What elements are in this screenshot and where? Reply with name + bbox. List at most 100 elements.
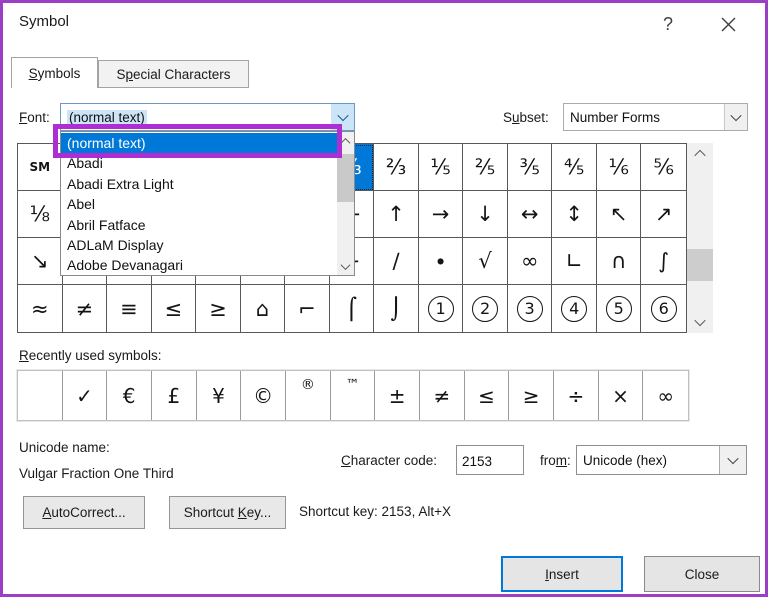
symbol-cell[interactable]: ↖ [597,191,642,238]
symbol-cell[interactable]: ∫ [641,238,686,285]
symbol-cell[interactable]: ∙ [419,238,464,285]
symbol-cell[interactable]: ⅚ [641,144,686,191]
recent-symbol-cell[interactable]: ≥ [509,371,554,420]
symbol-grid-scrollbar[interactable] [687,143,713,333]
symbol-cell[interactable]: ≡ [107,285,152,332]
subset-combobox-value: Number Forms [564,110,724,125]
tab-symbols-label: Symbols [29,66,81,81]
symbol-cell[interactable]: ∕ [374,238,419,285]
shortcut-key-button[interactable]: Shortcut Key... [169,496,286,529]
from-combobox[interactable]: Unicode (hex) [576,445,747,475]
symbol-cell[interactable]: → [419,191,464,238]
recent-symbol-cell[interactable]: × [599,371,644,420]
symbol-cell[interactable]: ∟ [552,238,597,285]
recent-symbol-cell[interactable]: ® [286,371,331,420]
recent-symbol-cell[interactable]: © [241,371,286,420]
close-window-button[interactable] [711,9,745,39]
recent-symbol-cell[interactable]: ∞ [643,371,688,420]
font-list-scrollbar[interactable] [337,132,354,275]
scroll-up-icon[interactable] [337,132,354,150]
symbol-cell[interactable]: ⅛ [18,191,63,238]
font-list-item[interactable]: Adobe Devanagari [61,255,337,275]
chevron-down-icon [337,110,348,121]
symbol-cell[interactable]: ∩ [597,238,642,285]
scrollbar-thumb[interactable] [687,249,713,281]
titlebar: Symbol ? [3,3,765,47]
scroll-up-icon[interactable] [687,143,713,165]
symbol-cell[interactable]: ≤ [152,285,197,332]
help-button[interactable]: ? [651,9,685,39]
font-list-item[interactable]: ADLaM Display [61,235,337,255]
font-list-item[interactable]: (normal text) [61,133,337,153]
symbol-cell[interactable]: ⅖ [463,144,508,191]
recent-symbol-cell[interactable]: ± [375,371,420,420]
scrollbar-thumb[interactable] [337,154,354,202]
symbol-cell[interactable]: ⌠ [330,285,375,332]
recent-symbol-cell[interactable]: £ [152,371,197,420]
tab-symbols[interactable]: Symbols [11,57,98,88]
font-dropdown-items: (normal text)AbadiAbadi Extra LightAbelA… [61,133,337,275]
recent-symbol-cell[interactable]: ¥ [197,371,242,420]
symbol-cell[interactable]: √ [463,238,508,285]
symbol-cell[interactable]: SM [18,144,63,191]
font-list-item[interactable]: Abadi Extra Light [61,174,337,194]
recent-symbol-cell[interactable]: ✓ [63,371,108,420]
font-combobox-value: (normal text) [67,110,147,125]
symbol-cell[interactable]: ↗ [641,191,686,238]
dialog-title: Symbol [19,13,69,30]
tab-special-characters-label: Special Characters [116,67,230,82]
subset-label: Subset: [503,110,549,125]
symbol-cell[interactable]: ⌐ [285,285,330,332]
symbol-cell[interactable]: ≠ [63,285,108,332]
font-label: Font: [19,110,50,125]
symbol-cell[interactable]: ⅗ [508,144,553,191]
scroll-down-icon[interactable] [687,311,713,333]
symbol-cell[interactable]: ⌡ [374,285,419,332]
symbol-cell[interactable]: ↔ [508,191,553,238]
recent-symbol-cell[interactable]: € [107,371,152,420]
symbol-cell[interactable]: ↑ [374,191,419,238]
insert-button[interactable]: Insert [501,556,623,592]
character-code-label: Character code: [341,453,437,468]
subset-combobox[interactable]: Number Forms [563,103,748,131]
recent-symbol-cell[interactable]: ≤ [465,371,510,420]
autocorrect-button[interactable]: AutoCorrect... [23,496,145,529]
font-list-item[interactable]: Abril Fatface [61,215,337,235]
symbol-cell[interactable]: 3 [508,285,553,332]
recent-symbols-label: Recently used symbols: [19,348,162,363]
symbol-cell[interactable]: ↘ [18,238,63,285]
from-combobox-dropdown-button[interactable] [719,446,746,474]
symbol-cell[interactable]: ⌂ [241,285,286,332]
symbol-cell[interactable]: ⅘ [552,144,597,191]
chevron-down-icon [727,453,738,464]
symbol-cell[interactable]: 6 [641,285,686,332]
symbol-cell[interactable]: ↓ [463,191,508,238]
symbol-cell[interactable]: ≈ [18,285,63,332]
symbol-cell[interactable]: ⅕ [419,144,464,191]
symbol-cell[interactable]: 2 [463,285,508,332]
symbol-cell[interactable]: ⅔ [374,144,419,191]
font-combobox-dropdown-button[interactable] [331,104,354,130]
symbol-cell[interactable]: ⅙ [597,144,642,191]
symbol-cell[interactable]: ∞ [508,238,553,285]
scroll-down-icon[interactable] [337,257,354,275]
tab-special-characters[interactable]: Special Characters [98,60,249,88]
symbol-cell[interactable]: 4 [552,285,597,332]
recent-symbols-grid: ✓€£¥©®™±≠≤≥÷×∞ [17,370,689,421]
recent-symbol-cell[interactable]: ≠ [420,371,465,420]
symbol-cell[interactable]: ↕ [552,191,597,238]
symbol-dialog: Symbol ? Symbols Special Characters Font… [0,0,768,597]
recent-symbol-cell[interactable] [18,371,63,420]
subset-combobox-dropdown-button[interactable] [724,104,747,130]
font-dropdown-list: (normal text)AbadiAbadi Extra LightAbelA… [60,131,355,276]
font-list-item[interactable]: Abel [61,194,337,214]
font-combobox[interactable]: (normal text) [60,103,355,131]
symbol-cell[interactable]: 5 [597,285,642,332]
close-button[interactable]: Close [644,556,760,592]
font-list-item[interactable]: Abadi [61,153,337,173]
recent-symbol-cell[interactable]: ÷ [554,371,599,420]
symbol-cell[interactable]: 1 [419,285,464,332]
recent-symbol-cell[interactable]: ™ [331,371,376,420]
character-code-input[interactable] [456,445,524,475]
symbol-cell[interactable]: ≥ [196,285,241,332]
